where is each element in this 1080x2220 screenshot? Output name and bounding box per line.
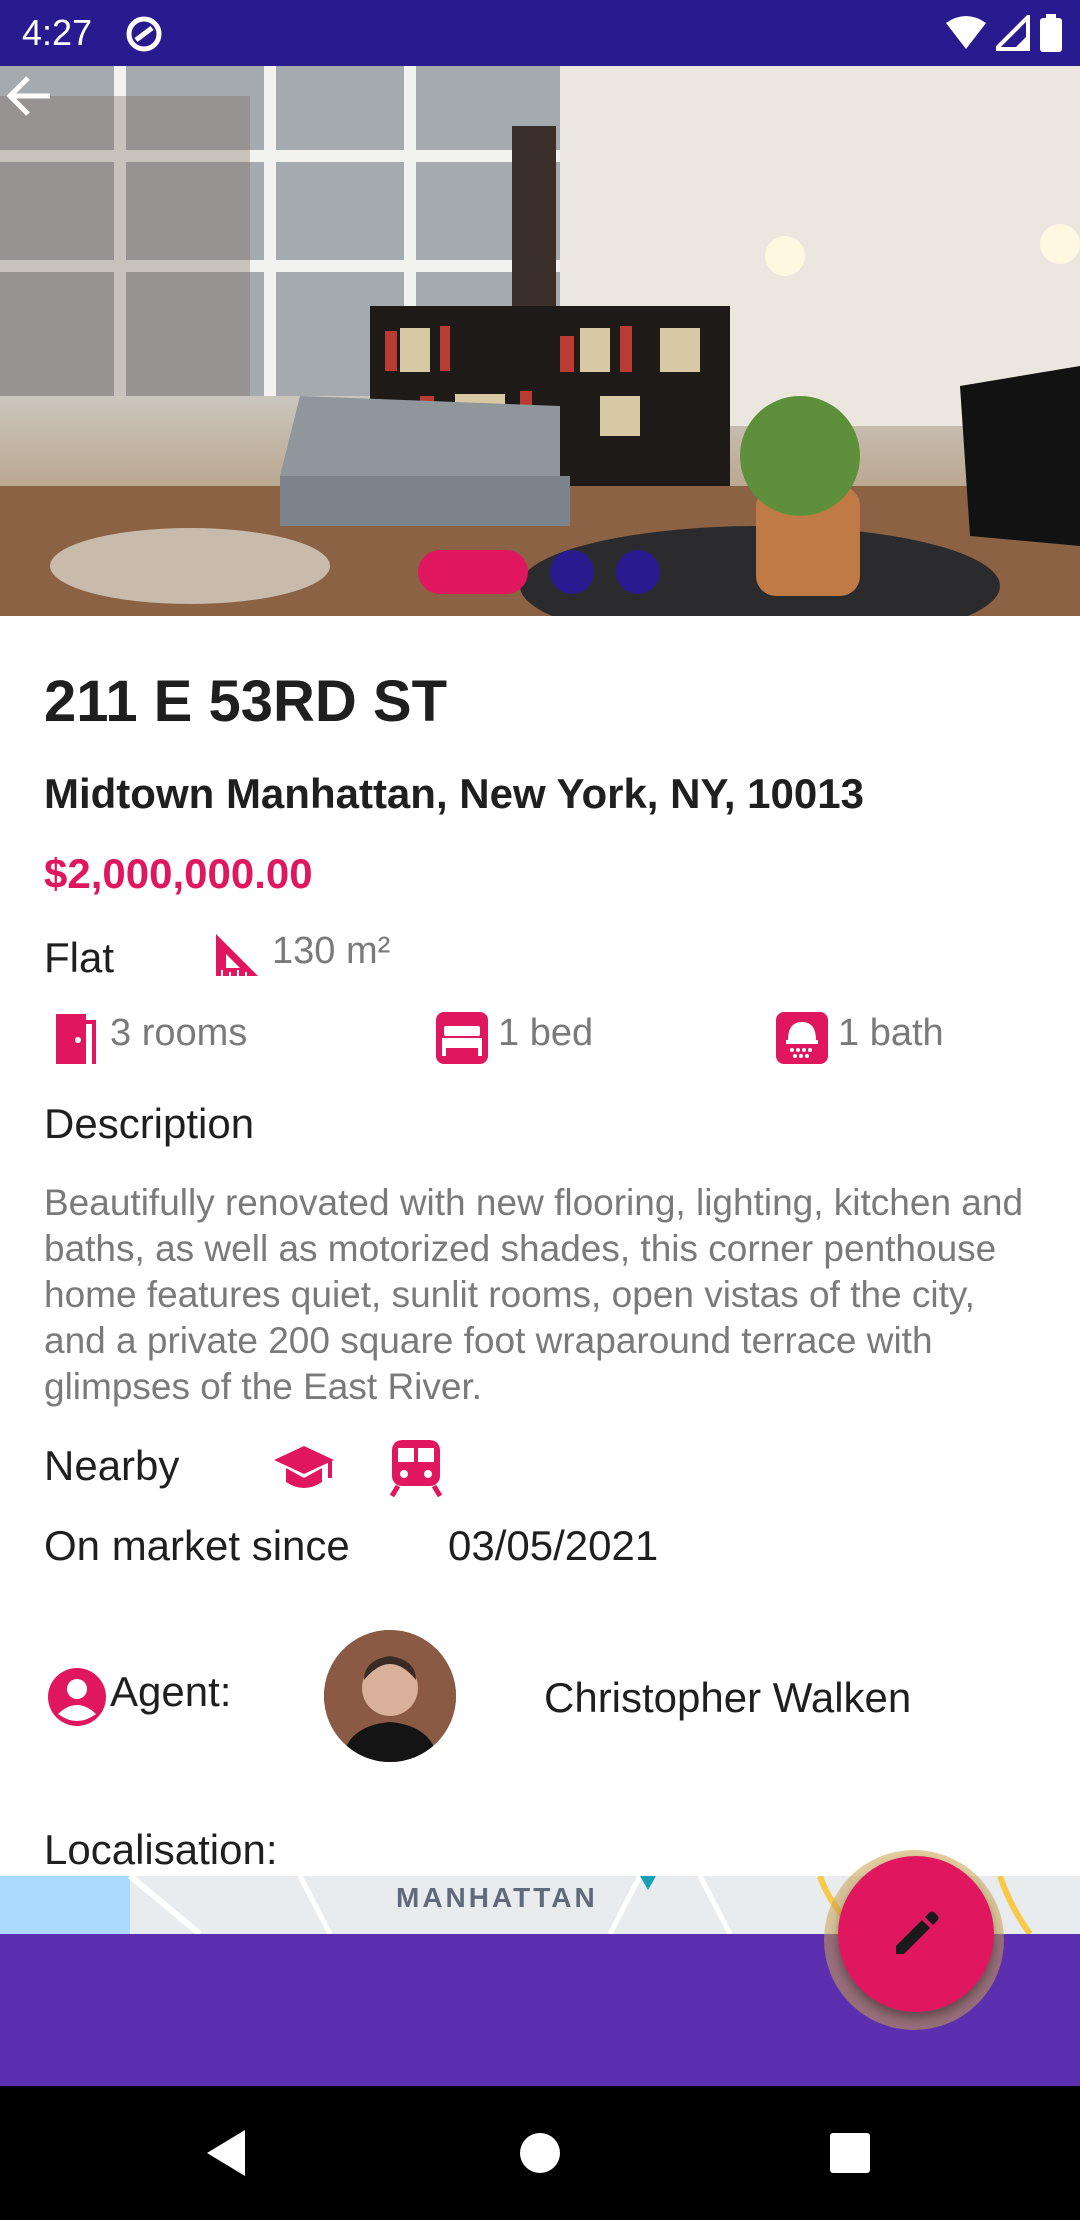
nav-recents-button[interactable]	[790, 2086, 910, 2220]
set-square-icon	[216, 934, 258, 976]
pencil-icon	[896, 1911, 939, 1954]
school-icon	[274, 1446, 334, 1488]
system-navigation-bar	[0, 2086, 1080, 2220]
edit-button[interactable]	[838, 1856, 994, 2012]
map-area-label: MANHATTAN	[396, 1882, 598, 1913]
wifi-icon	[946, 16, 986, 49]
recents-square-icon	[830, 2133, 870, 2173]
agent-name: Christopher Walken	[544, 1674, 912, 1721]
property-photo	[0, 66, 1080, 616]
back-arrow-icon[interactable]	[0, 66, 60, 126]
status-icons	[946, 14, 1062, 52]
account-circle-icon	[48, 1668, 106, 1726]
bed-icon	[436, 1012, 488, 1064]
home-circle-icon	[520, 2133, 560, 2173]
carousel-page-indicator	[0, 550, 1080, 596]
listing-title: 211 E 53RD ST	[44, 669, 447, 734]
agent-avatar	[324, 1630, 456, 1762]
description-heading: Description	[44, 1100, 255, 1147]
carousel-dot[interactable]	[550, 550, 594, 594]
nav-back-button[interactable]	[166, 2086, 286, 2220]
bath-icon	[776, 1012, 828, 1064]
market-since-date: 03/05/2021	[448, 1522, 659, 1569]
carousel-dot[interactable]	[616, 550, 660, 594]
listing-price: $2,000,000.00	[44, 850, 313, 897]
rooms-count: 3 rooms	[110, 1012, 248, 1054]
property-photo-carousel[interactable]	[0, 66, 1080, 616]
status-bar: 4:27	[0, 0, 1080, 66]
property-type: Flat	[44, 934, 115, 981]
description-text: Beautifully renovated with new flooring,…	[44, 1182, 1024, 1407]
agent-label: Agent:	[110, 1668, 232, 1715]
at-sign-icon	[126, 16, 162, 52]
battery-icon	[1040, 14, 1062, 52]
property-area: 130 m²	[272, 930, 391, 972]
status-time: 4:27	[22, 12, 93, 53]
baths-count: 1 bath	[838, 1012, 944, 1054]
carousel-dot-active[interactable]	[418, 550, 528, 594]
door-icon	[56, 1014, 96, 1064]
market-since-label: On market since	[44, 1522, 350, 1569]
localisation-heading: Localisation:	[44, 1826, 278, 1873]
nav-home-button[interactable]	[480, 2086, 600, 2220]
back-triangle-icon	[207, 2130, 245, 2176]
train-icon	[389, 1440, 443, 1498]
nearby-heading: Nearby	[44, 1442, 180, 1489]
signal-icon	[996, 15, 1030, 51]
listing-address: Midtown Manhattan, New York, NY, 10013	[44, 770, 864, 817]
beds-count: 1 bed	[498, 1012, 594, 1054]
